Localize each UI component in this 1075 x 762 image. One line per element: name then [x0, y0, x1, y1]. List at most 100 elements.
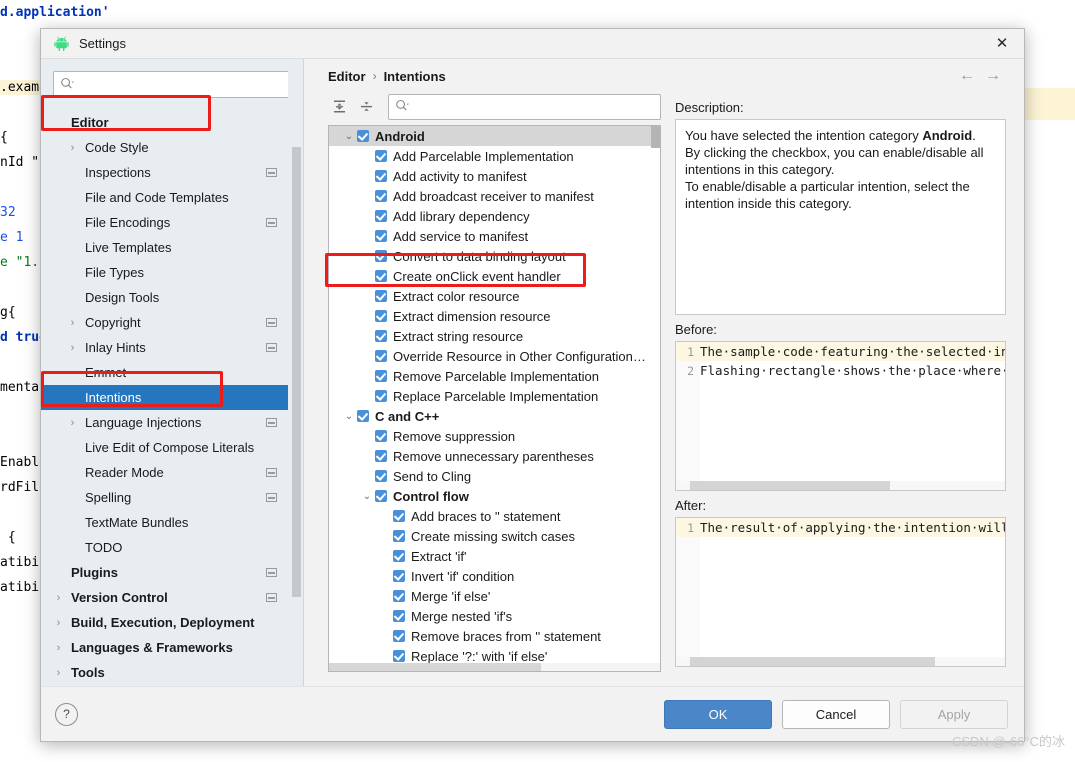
intention-checkbox[interactable]	[393, 570, 405, 582]
before-hscrollbar-thumb[interactable]	[690, 481, 890, 490]
sidebar-item-tools[interactable]: › Tools	[41, 660, 303, 685]
intention-checkbox[interactable]	[357, 130, 369, 142]
sidebar-item-code-style[interactable]: › Code Style	[41, 135, 303, 160]
expand-all-icon[interactable]	[328, 96, 350, 118]
intention-row[interactable]: Extract string resource	[329, 326, 660, 346]
intention-checkbox[interactable]	[375, 150, 387, 162]
intention-checkbox[interactable]	[375, 290, 387, 302]
intention-checkbox[interactable]	[393, 550, 405, 562]
intention-row[interactable]: Add Parcelable Implementation	[329, 146, 660, 166]
intention-checkbox[interactable]	[375, 230, 387, 242]
intentions-vscrollbar[interactable]	[651, 126, 660, 671]
intention-checkbox[interactable]	[357, 410, 369, 422]
intentions-search-box[interactable]	[388, 93, 661, 120]
intention-row[interactable]: Extract 'if'	[329, 546, 660, 566]
intention-checkbox[interactable]	[375, 490, 387, 502]
after-code-box[interactable]: 1 The·result·of·applying·the·intention·wi…	[675, 517, 1006, 667]
sidebar-item-file-types[interactable]: File Types	[41, 260, 303, 285]
intention-checkbox[interactable]	[375, 350, 387, 362]
sidebar-item-languages-frameworks[interactable]: › Languages & Frameworks	[41, 635, 303, 660]
sidebar-item-version-control[interactable]: › Version Control	[41, 585, 303, 610]
intention-checkbox[interactable]	[375, 330, 387, 342]
sidebar-item-design-tools[interactable]: Design Tools	[41, 285, 303, 310]
sidebar-item-inlay-hints[interactable]: › Inlay Hints	[41, 335, 303, 360]
copy-settings-icon[interactable]	[266, 493, 277, 502]
intention-row[interactable]: ⌄ Android	[329, 126, 660, 146]
intention-checkbox[interactable]	[375, 190, 387, 202]
collapse-all-icon[interactable]	[355, 96, 377, 118]
intention-row[interactable]: Add broadcast receiver to manifest	[329, 186, 660, 206]
intention-row[interactable]: Add activity to manifest	[329, 166, 660, 186]
sidebar-item-inspections[interactable]: Inspections	[41, 160, 303, 185]
after-hscrollbar-thumb[interactable]	[690, 657, 935, 666]
sidebar-item-live-edit-of-compose-literals[interactable]: Live Edit of Compose Literals	[41, 435, 303, 460]
sidebar-item-build-execution-deployment[interactable]: › Build, Execution, Deployment	[41, 610, 303, 635]
cancel-button[interactable]: Cancel	[782, 699, 890, 729]
breadcrumb-parent[interactable]: Editor	[328, 69, 366, 84]
intention-row[interactable]: Convert to data binding layout	[329, 246, 660, 266]
copy-settings-icon[interactable]	[266, 468, 277, 477]
intentions-search-input[interactable]	[410, 98, 654, 115]
intention-row[interactable]: Create onClick event handler	[329, 266, 660, 286]
intentions-hscrollbar-thumb[interactable]	[329, 663, 541, 671]
intention-row[interactable]: Remove braces from '' statement	[329, 626, 660, 646]
intention-checkbox[interactable]	[375, 270, 387, 282]
intention-row[interactable]: Merge nested 'if's	[329, 606, 660, 626]
intention-checkbox[interactable]	[375, 250, 387, 262]
chevron-down-icon[interactable]: ⌄	[359, 491, 375, 502]
chevron-down-icon[interactable]: ⌄	[341, 411, 357, 422]
sidebar-item-plugins[interactable]: Plugins	[41, 560, 303, 585]
intention-row[interactable]: Send to Cling	[329, 466, 660, 486]
back-arrow-icon[interactable]: ←	[954, 63, 980, 89]
intention-row[interactable]: Replace Parcelable Implementation	[329, 386, 660, 406]
intention-checkbox[interactable]	[393, 590, 405, 602]
sidebar-scrollbar-thumb[interactable]	[292, 147, 301, 597]
sidebar-scrollbar[interactable]	[288, 59, 303, 686]
intention-row[interactable]: Remove unnecessary parentheses	[329, 446, 660, 466]
intention-checkbox[interactable]	[393, 510, 405, 522]
intention-row[interactable]: Invert 'if' condition	[329, 566, 660, 586]
intention-checkbox[interactable]	[375, 210, 387, 222]
intention-row[interactable]: Extract dimension resource	[329, 306, 660, 326]
sidebar-item-file-encodings[interactable]: File Encodings	[41, 210, 303, 235]
intention-checkbox[interactable]	[375, 310, 387, 322]
copy-settings-icon[interactable]	[266, 343, 277, 352]
intentions-vscrollbar-thumb[interactable]	[651, 126, 660, 148]
intention-row[interactable]: Add braces to '' statement	[329, 506, 660, 526]
intentions-hscrollbar[interactable]	[329, 663, 660, 671]
help-button[interactable]: ?	[55, 702, 78, 726]
copy-settings-icon[interactable]	[266, 168, 277, 177]
intention-checkbox[interactable]	[375, 470, 387, 482]
after-hscrollbar[interactable]	[676, 657, 1005, 666]
copy-settings-icon[interactable]	[266, 418, 277, 427]
sidebar-item-emmet[interactable]: Emmet	[41, 360, 303, 385]
sidebar-item-intentions[interactable]: Intentions	[41, 385, 303, 410]
sidebar-item-todo[interactable]: TODO	[41, 535, 303, 560]
intention-row[interactable]: ⌄ Control flow	[329, 486, 660, 506]
sidebar-search-input[interactable]	[75, 76, 284, 93]
intention-row[interactable]: Remove suppression	[329, 426, 660, 446]
copy-settings-icon[interactable]	[266, 568, 277, 577]
sidebar-item-file-and-code-templates[interactable]: File and Code Templates	[41, 185, 303, 210]
chevron-down-icon[interactable]: ⌄	[341, 131, 357, 142]
intentions-list-box[interactable]: ⌄ Android Add Parcelable Implementation Add…	[328, 125, 661, 672]
intention-checkbox[interactable]	[393, 530, 405, 542]
intention-checkbox[interactable]	[393, 650, 405, 662]
forward-arrow-icon[interactable]: →	[980, 63, 1006, 89]
intentions-list[interactable]: ⌄ Android Add Parcelable Implementation Add…	[329, 126, 660, 666]
before-code-box[interactable]: 1 The·sample·code·featuring·the·selected·…	[675, 341, 1006, 491]
intention-checkbox[interactable]	[375, 370, 387, 382]
ok-button[interactable]: OK	[664, 699, 772, 729]
intention-checkbox[interactable]	[375, 450, 387, 462]
intention-row[interactable]: Add library dependency	[329, 206, 660, 226]
intention-checkbox[interactable]	[393, 610, 405, 622]
intention-row[interactable]: ⌄ C and C++	[329, 406, 660, 426]
close-icon[interactable]: ✕	[980, 29, 1024, 58]
intention-row[interactable]: Extract color resource	[329, 286, 660, 306]
intention-row[interactable]: Override Resource in Other Configuration…	[329, 346, 660, 366]
copy-settings-icon[interactable]	[266, 218, 277, 227]
sidebar-search-box[interactable]	[53, 71, 291, 98]
sidebar-item-copyright[interactable]: › Copyright	[41, 310, 303, 335]
intention-row[interactable]: Add service to manifest	[329, 226, 660, 246]
intention-checkbox[interactable]	[375, 430, 387, 442]
